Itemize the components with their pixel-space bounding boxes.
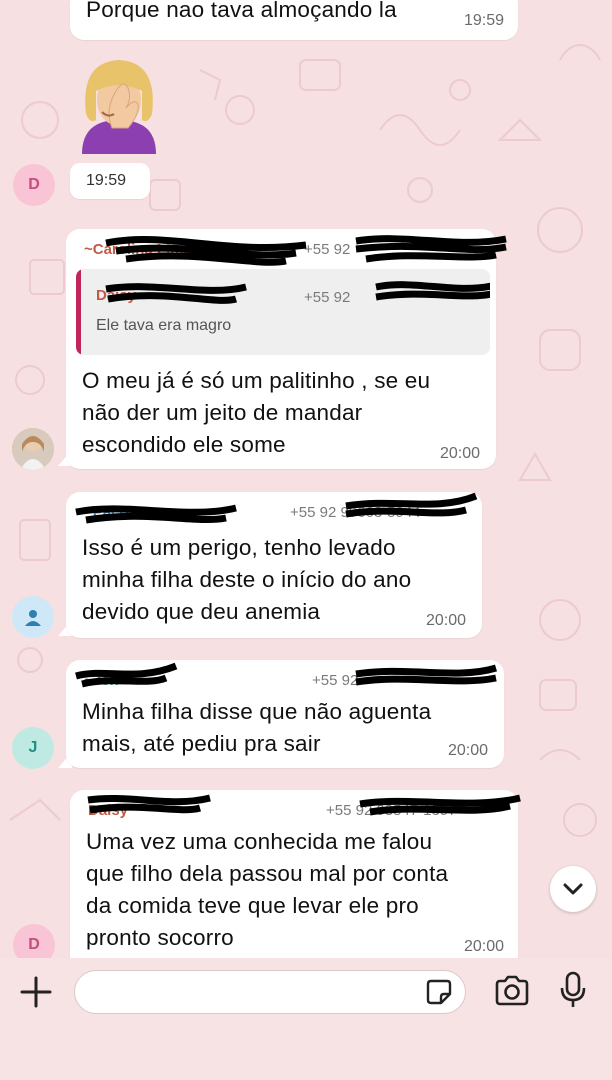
avatar-letter: D [28,936,40,953]
redaction-scribble [75,662,498,688]
message-time: 20:00 [463,938,504,955]
message-bubble[interactable]: Porque nao tava almoçando la 19:59 [70,0,518,40]
chat-area[interactable]: Porque nao tava almoçando la 19:59 D 19:… [0,0,612,958]
message-text: Porque nao tava almoçando la [86,0,397,22]
message-time: 20:00 [425,612,466,629]
quoted-message[interactable]: Daisy +55 92 Ele tava era magro [76,269,490,355]
message-text: da comida teve que levar ele pro [86,893,419,918]
microphone-button[interactable] [558,970,588,1010]
message-time: 19:59 [86,172,127,189]
avatar[interactable]: D [13,924,55,958]
message-time: 19:59 [463,12,504,29]
avatar[interactable]: J [12,727,54,769]
microphone-icon [560,971,586,1007]
message-input[interactable] [74,970,466,1014]
camera-icon [495,975,529,1006]
message-bubble[interactable]: ~Carolina Lima +55 92 Daisy +55 92 Ele t… [66,229,507,469]
message-text: mais, até pediu pra sair [82,731,321,756]
quote-bar [76,269,81,355]
redaction-scribble [105,281,490,304]
message-text: que filho dela passou mal por conta [86,861,449,886]
time-chip: 19:59 [70,163,150,199]
avatar-letter: J [28,739,38,756]
message-text: não der um jeito de mandar [82,400,363,425]
chevron-down-icon [563,883,583,895]
facepalm-icon [82,60,156,154]
plus-icon [20,976,52,1008]
avatar[interactable] [12,428,54,470]
redaction-scribble [87,794,521,816]
message-text: minha filha deste o início do ano [82,567,412,592]
message-time: 20:00 [439,445,480,462]
compose-bar [0,958,612,1080]
message-text: pronto socorro [86,925,234,950]
facepalm-emoji[interactable] [72,54,166,154]
sticker-icon [426,979,452,1005]
redaction-scribble [105,235,507,266]
message-text: Uma vez uma conhecida me falou [86,829,433,854]
message-text: O meu já é só um palitinho , se eu [82,368,431,393]
message-bubble[interactable]: ~Jen +55 92 Minha filha disse que não ag… [66,660,504,768]
attach-button[interactable] [18,974,54,1010]
camera-button[interactable] [493,974,531,1008]
redaction-scribble [75,492,478,524]
avatar[interactable] [12,596,54,638]
message-time: 20:00 [447,742,488,759]
avatar-letter: D [28,176,40,193]
quoted-text: Ele tava era magro [96,317,232,334]
avatar[interactable]: D [13,164,55,206]
person-icon [25,610,41,626]
avatar-photo [12,428,54,470]
message-text: Minha filha disse que não aguenta [82,699,432,724]
message-bubble[interactable]: Daisy +55 92 98547-1397 Uma vez uma conh… [70,790,521,958]
scroll-down-button[interactable] [550,866,596,912]
message-bubble[interactable]: ~Paco +55 92 99663-5944 Isso é um perigo… [66,492,482,638]
message-text: escondido ele some [82,432,286,457]
sticker-button[interactable] [425,978,453,1006]
message-text: Isso é um perigo, tenho levado [82,535,396,560]
message-text: devido que deu anemia [82,599,321,624]
